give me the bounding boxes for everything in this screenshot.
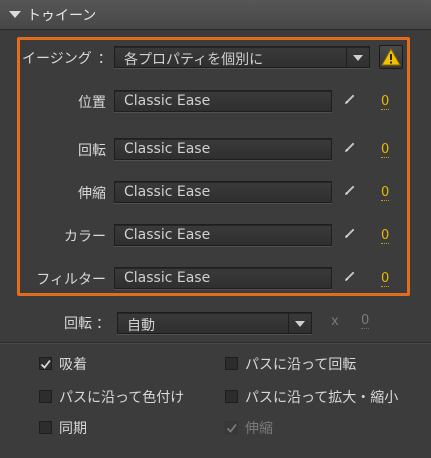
ease-value-color[interactable]: 0: [381, 229, 390, 244]
sync-checkbox[interactable]: [39, 421, 52, 434]
row-label-position: 位置: [78, 95, 106, 111]
collapse-triangle-icon[interactable]: [9, 11, 21, 18]
ease-field-rotation[interactable]: Classic Ease: [114, 138, 332, 160]
rotation-dropdown[interactable]: 自動: [117, 312, 312, 334]
ease-value-scale[interactable]: 0: [381, 186, 390, 201]
pencil-icon[interactable]: [343, 226, 357, 240]
pencil-icon[interactable]: [343, 92, 357, 106]
row-label-color: カラー: [64, 229, 106, 245]
scale-along-path-checkbox[interactable]: [225, 390, 238, 403]
checkmark-icon: [40, 359, 51, 369]
color-along-path-label: パスに沿って色付け: [59, 390, 185, 406]
rotation-times-symbol: x: [331, 314, 339, 329]
pencil-icon[interactable]: [343, 183, 357, 197]
ease-field-color[interactable]: Classic Ease: [114, 224, 332, 246]
ease-value-rotation[interactable]: 0: [381, 143, 390, 158]
row-label-filter: フィルター: [36, 272, 106, 288]
ease-field-scale[interactable]: Classic Ease: [114, 181, 332, 203]
rotation-count: 0: [361, 313, 370, 329]
snap-label: 吸着: [59, 357, 87, 373]
chevron-down-icon: [288, 313, 311, 333]
pencil-icon[interactable]: [343, 269, 357, 283]
scale-checkbox: [225, 421, 238, 434]
easing-highlight-frame: [17, 37, 410, 296]
easing-label: イージング：: [22, 51, 112, 67]
warning-icon: [381, 47, 401, 66]
row-label-rotation: 回転: [78, 143, 106, 159]
section-title: トゥイーン: [27, 8, 97, 24]
rotation-dropdown-value: 自動: [127, 318, 155, 334]
pencil-icon[interactable]: [343, 140, 357, 154]
snap-checkbox[interactable]: [39, 357, 52, 370]
checkmark-icon: [226, 423, 237, 433]
ease-value-position[interactable]: 0: [381, 95, 390, 110]
scale-along-path-label: パスに沿って拡大・縮小: [245, 390, 399, 406]
orient-to-path-checkbox[interactable]: [225, 357, 238, 370]
row-label-scale: 伸縮: [78, 186, 106, 202]
scale-label: 伸縮: [245, 421, 273, 437]
easing-mode-value: 各プロパティを個別に: [124, 52, 264, 68]
sync-label: 同期: [59, 421, 87, 437]
warning-button[interactable]: [379, 45, 403, 69]
color-along-path-checkbox[interactable]: [39, 390, 52, 403]
easing-mode-dropdown[interactable]: 各プロパティを個別に: [114, 46, 370, 68]
divider-highlight: [0, 343, 431, 344]
orient-to-path-label: パスに沿って回転: [245, 357, 357, 373]
ease-field-filter[interactable]: Classic Ease: [114, 267, 332, 289]
ease-value-filter[interactable]: 0: [381, 272, 390, 287]
chevron-down-icon: [346, 47, 369, 67]
ease-field-position[interactable]: Classic Ease: [114, 90, 332, 112]
rotation-label: 回転：: [64, 316, 110, 332]
